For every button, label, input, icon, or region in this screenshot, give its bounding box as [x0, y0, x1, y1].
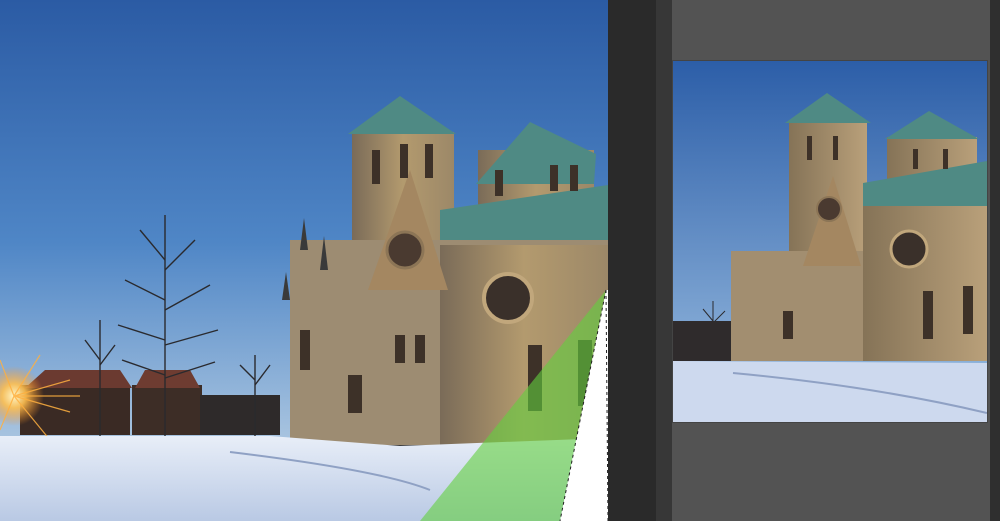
preview-image[interactable] — [673, 61, 987, 422]
cathedral-photo — [0, 0, 608, 521]
panel-gutter — [656, 0, 672, 521]
right-edge-bar — [990, 0, 1000, 521]
cathedral-preview-photo — [673, 61, 987, 422]
panel-divider — [608, 0, 656, 521]
preview-panel — [672, 0, 990, 521]
main-canvas[interactable] — [0, 0, 608, 521]
